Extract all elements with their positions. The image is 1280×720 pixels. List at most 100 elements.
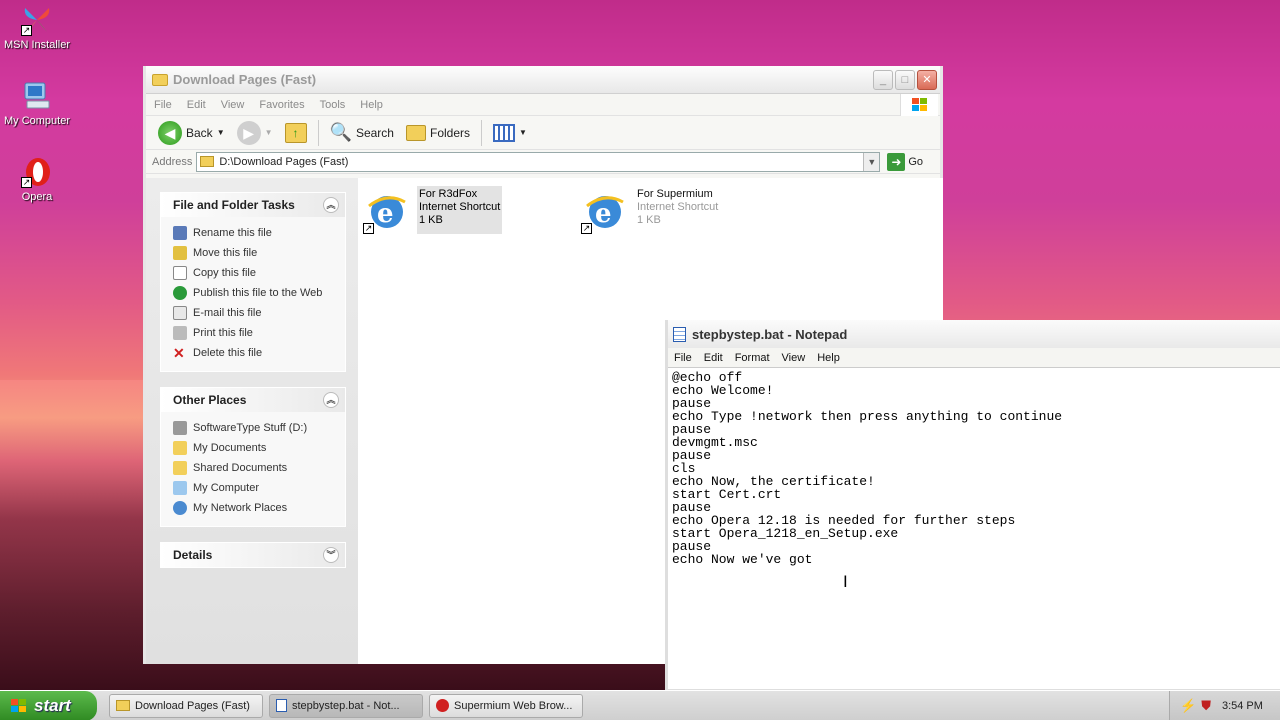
maximize-button[interactable]: □ xyxy=(895,69,915,90)
desktop-icon-label: Opera xyxy=(21,191,53,203)
shared-folder-icon xyxy=(173,461,187,475)
place-label: Shared Documents xyxy=(193,462,288,474)
move-icon xyxy=(173,246,187,260)
task-copy[interactable]: Copy this file xyxy=(173,263,345,283)
documents-folder-icon xyxy=(173,441,187,455)
task-print[interactable]: Print this file xyxy=(173,323,345,343)
desktop-icon-msn-installer[interactable]: ↗ MSN Installer xyxy=(0,4,74,51)
copy-icon xyxy=(173,266,187,280)
menu-view[interactable]: View xyxy=(221,99,245,111)
text-cursor-icon: I xyxy=(843,572,848,591)
go-arrow-icon: ➜ xyxy=(887,152,906,171)
menu-favorites[interactable]: Favorites xyxy=(259,99,304,111)
place-my-computer[interactable]: My Computer xyxy=(173,478,345,498)
taskbar: start Download Pages (Fast) stepbystep.b… xyxy=(0,690,1280,720)
menu-tools[interactable]: Tools xyxy=(320,99,346,111)
windows-logo-icon xyxy=(11,698,26,712)
svg-text:e: e xyxy=(377,199,394,229)
expand-icon[interactable]: ︾ xyxy=(323,547,339,563)
menu-bar: File Edit View Favorites Tools Help xyxy=(146,94,940,116)
task-publish[interactable]: Publish this file to the Web xyxy=(173,283,345,303)
minimize-button[interactable]: _ xyxy=(873,69,893,90)
menu-file[interactable]: File xyxy=(154,99,172,111)
back-button[interactable]: ◀ Back ▼ xyxy=(154,119,229,147)
notepad-line: start Cert.crt xyxy=(672,487,782,502)
address-label: Address xyxy=(152,155,193,168)
menu-edit[interactable]: Edit xyxy=(704,352,723,364)
chevron-down-icon: ▼ xyxy=(519,128,527,137)
collapse-icon[interactable]: ︽ xyxy=(323,197,339,213)
network-tray-icon[interactable]: ⚡ xyxy=(1180,698,1196,714)
file-item[interactable]: e ↗ For Supermium Internet Shortcut 1 KB xyxy=(581,186,720,234)
task-label: E-mail this file xyxy=(193,307,262,319)
internet-shortcut-icon: e ↗ xyxy=(363,186,411,234)
place-drive-d[interactable]: SoftwareType Stuff (D:) xyxy=(173,418,345,438)
notepad-line: pause xyxy=(672,448,712,463)
clock: 3:54 PM xyxy=(1221,699,1263,712)
views-button[interactable]: ▼ xyxy=(489,122,531,144)
folders-button[interactable]: Folders xyxy=(402,123,474,143)
notepad-text-area[interactable]: @echo off echo Welcome! pause echo Type !ne… xyxy=(668,368,1280,569)
menu-help[interactable]: Help xyxy=(817,352,840,364)
task-email[interactable]: E-mail this file xyxy=(173,303,345,323)
envelope-icon xyxy=(173,306,187,320)
close-button[interactable]: ✕ xyxy=(917,69,937,90)
task-label: Delete this file xyxy=(193,347,263,359)
file-item[interactable]: e ↗ For R3dFox Internet Shortcut 1 KB xyxy=(363,186,503,234)
go-label: Go xyxy=(908,155,924,168)
menu-file[interactable]: File xyxy=(674,352,692,364)
place-label: My Network Places xyxy=(193,502,288,514)
task-rename[interactable]: Rename this file xyxy=(173,223,345,243)
panel-header[interactable]: File and Folder Tasks ︽ xyxy=(161,193,345,217)
address-value: D:\Download Pages (Fast) xyxy=(219,155,349,168)
details-panel: Details ︾ xyxy=(160,542,346,568)
task-label: Move this file xyxy=(193,247,258,259)
task-delete[interactable]: ✕ Delete this file xyxy=(173,343,345,363)
folders-icon xyxy=(405,124,426,141)
panel-header[interactable]: Other Places ︽ xyxy=(161,388,345,412)
shortcut-arrow-icon: ↗ xyxy=(581,223,592,234)
notepad-menu-bar: File Edit Format View Help xyxy=(668,348,1280,368)
explorer-titlebar[interactable]: Download Pages (Fast) _ □ ✕ xyxy=(146,66,940,94)
menu-view[interactable]: View xyxy=(782,352,806,364)
menu-help[interactable]: Help xyxy=(360,99,383,111)
search-icon: 🔍 xyxy=(329,122,352,142)
panel-header[interactable]: Details ︾ xyxy=(161,543,345,567)
printer-icon xyxy=(173,326,187,340)
desktop-icon-my-computer[interactable]: My Computer xyxy=(0,80,74,127)
address-input[interactable]: D:\Download Pages (Fast) ▼ xyxy=(196,151,881,172)
menu-format[interactable]: Format xyxy=(735,352,770,364)
forward-button[interactable]: ▶ ▼ xyxy=(233,119,277,147)
shield-icon[interactable]: ⛊ xyxy=(1201,698,1211,714)
back-label: Back xyxy=(186,125,213,140)
notepad-titlebar[interactable]: stepbystep.bat - Notepad xyxy=(668,320,1280,348)
up-folder-button[interactable]: ↑ xyxy=(281,121,311,145)
taskbar-button-explorer[interactable]: Download Pages (Fast) xyxy=(109,693,263,718)
collapse-icon[interactable]: ︽ xyxy=(323,392,339,408)
menu-edit[interactable]: Edit xyxy=(187,99,206,111)
up-folder-icon: ↑ xyxy=(284,122,307,143)
shortcut-arrow-icon: ↗ xyxy=(363,223,374,234)
notepad-window: stepbystep.bat - Notepad File Edit Forma… xyxy=(665,320,1280,692)
supermium-icon xyxy=(436,699,449,712)
other-places-panel: Other Places ︽ SoftwareType Stuff (D:) M… xyxy=(160,387,346,527)
start-button[interactable]: start xyxy=(0,690,97,720)
place-shared-documents[interactable]: Shared Documents xyxy=(173,458,345,478)
taskbar-button-label: Download Pages (Fast) xyxy=(135,699,250,712)
go-button[interactable]: ➜ Go xyxy=(887,152,924,171)
search-label: Search xyxy=(355,125,394,140)
taskbar-button-notepad[interactable]: stepbystep.bat - Not... xyxy=(269,693,423,718)
desktop-icon-opera[interactable]: ↗ Opera xyxy=(0,156,74,203)
place-my-documents[interactable]: My Documents xyxy=(173,438,345,458)
computer-icon xyxy=(173,481,187,495)
taskbar-button-supermium[interactable]: Supermium Web Brow... xyxy=(429,693,583,718)
place-my-network-places[interactable]: My Network Places xyxy=(173,498,345,518)
back-arrow-icon: ◀ xyxy=(158,120,182,145)
taskbar-button-label: stepbystep.bat - Not... xyxy=(292,699,400,712)
toolbar-separator xyxy=(317,119,319,146)
address-dropdown-button[interactable]: ▼ xyxy=(863,152,880,171)
notepad-line: echo Type !network then press anything t… xyxy=(672,409,1063,424)
panel-title: File and Folder Tasks xyxy=(173,198,295,212)
task-move[interactable]: Move this file xyxy=(173,243,345,263)
search-button[interactable]: 🔍 Search xyxy=(326,120,398,145)
